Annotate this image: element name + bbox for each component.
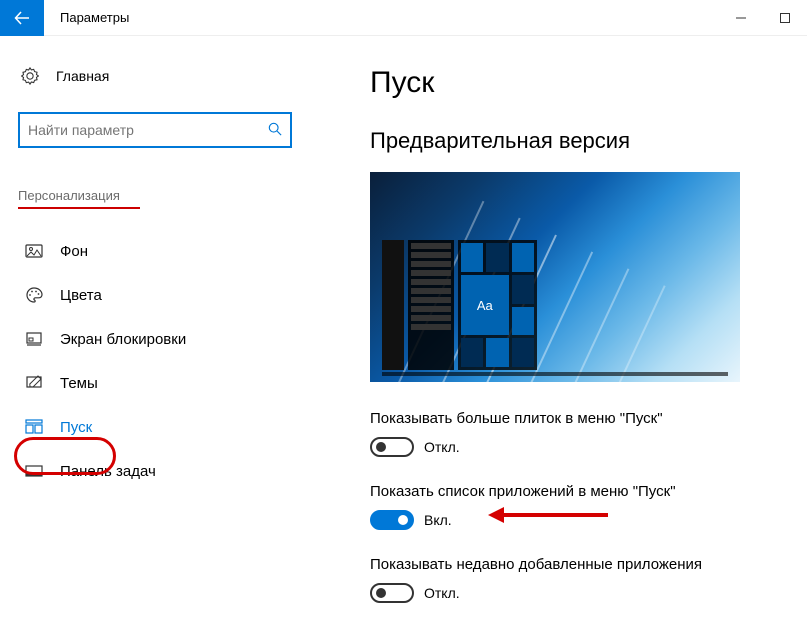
toggle-app-list[interactable] [370, 510, 414, 530]
toggle-recent-apps[interactable] [370, 583, 414, 603]
sidebar-item-colors[interactable]: Цвета [18, 273, 292, 317]
sidebar-section-label: Персонализация [18, 188, 292, 203]
sidebar-item-themes[interactable]: Темы [18, 361, 292, 405]
window-controls [719, 0, 807, 36]
sidebar-nav: Фон Цвета Экран блокировки Темы Пуск Пан… [18, 229, 292, 493]
toggle-more-tiles[interactable] [370, 437, 414, 457]
sidebar: Главная Персонализация Фон Цвета Экран б… [0, 36, 310, 625]
taskbar-icon [24, 461, 44, 481]
start-icon [24, 417, 44, 437]
main-panel: Пуск Предварительная версия Aa Показыват… [310, 36, 807, 625]
option-label: Показывать больше плиток в меню "Пуск" [370, 410, 787, 427]
arrow-left-icon [14, 10, 30, 26]
themes-icon [24, 373, 44, 393]
minimize-button[interactable] [719, 0, 763, 36]
search-box[interactable] [18, 112, 292, 148]
preview-tile-aa: Aa [461, 275, 509, 336]
sidebar-item-background[interactable]: Фон [18, 229, 292, 273]
back-button[interactable] [0, 0, 44, 36]
start-menu-mock: Aa [382, 240, 537, 370]
sidebar-item-lockscreen[interactable]: Экран блокировки [18, 317, 292, 361]
image-icon [24, 241, 44, 261]
sidebar-item-start[interactable]: Пуск [18, 405, 292, 449]
option-app-list: Показать список приложений в меню "Пуск"… [370, 483, 787, 530]
start-preview: Aa [370, 172, 740, 382]
option-label: Показывать недавно добавленные приложени… [370, 556, 787, 573]
window-title: Параметры [60, 10, 129, 25]
gear-icon [20, 66, 40, 86]
lockscreen-icon [24, 329, 44, 349]
sidebar-home-label: Главная [56, 68, 109, 84]
sidebar-item-label: Цвета [60, 287, 102, 304]
sidebar-home[interactable]: Главная [18, 66, 292, 86]
palette-icon [24, 285, 44, 305]
annotation-underline [18, 207, 140, 209]
sidebar-item-label: Фон [60, 243, 88, 260]
option-recent-apps: Показывать недавно добавленные приложени… [370, 556, 787, 603]
toggle-state: Вкл. [424, 512, 452, 528]
toggle-state: Откл. [424, 585, 460, 601]
search-icon [268, 122, 282, 139]
sidebar-item-taskbar[interactable]: Панель задач [18, 449, 292, 493]
titlebar: Параметры [0, 0, 807, 36]
sidebar-item-label: Панель задач [60, 463, 156, 480]
sidebar-item-label: Экран блокировки [60, 331, 186, 348]
page-title: Пуск [370, 66, 787, 100]
option-label: Показать список приложений в меню "Пуск" [370, 483, 787, 500]
page-subtitle: Предварительная версия [370, 128, 787, 154]
toggle-state: Откл. [424, 439, 460, 455]
search-input[interactable] [28, 122, 268, 138]
sidebar-item-label: Пуск [60, 419, 92, 436]
sidebar-item-label: Темы [60, 375, 98, 392]
maximize-button[interactable] [763, 0, 807, 36]
option-more-tiles: Показывать больше плиток в меню "Пуск" О… [370, 410, 787, 457]
